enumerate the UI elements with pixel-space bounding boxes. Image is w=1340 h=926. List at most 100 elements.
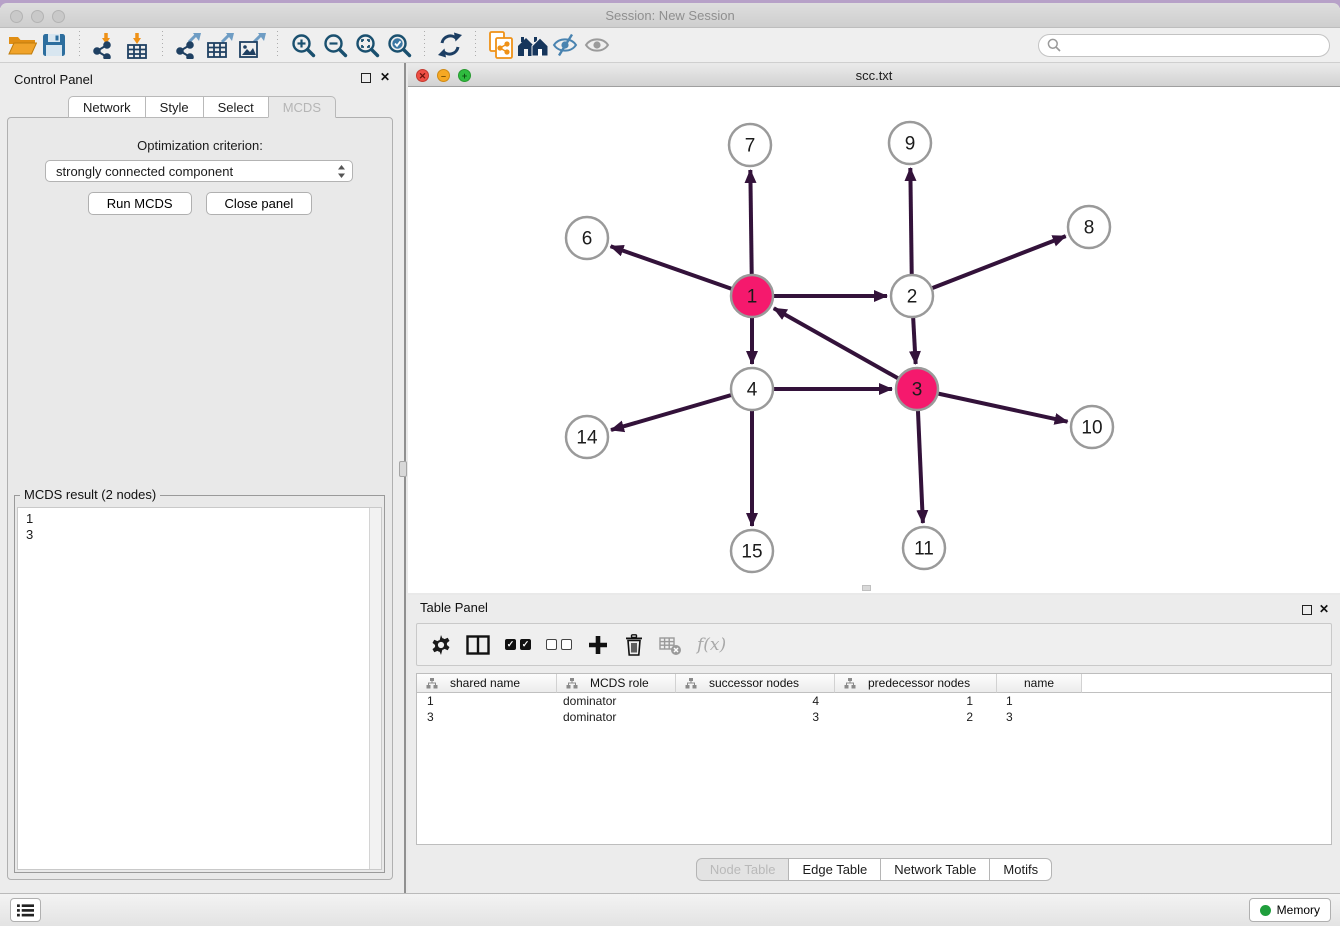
edge-2-8[interactable] — [912, 236, 1066, 296]
node-4[interactable]: 4 — [731, 368, 773, 410]
node-11[interactable]: 11 — [903, 527, 945, 569]
optimization-criterion-label: Optimization criterion: — [8, 138, 392, 153]
open-session-button[interactable] — [6, 29, 38, 61]
export-image-button[interactable] — [236, 29, 268, 61]
export-table-button[interactable] — [204, 29, 236, 61]
table-settings-button[interactable] — [431, 630, 451, 660]
tab-network-table[interactable]: Network Table — [880, 858, 990, 881]
table-cell[interactable]: 1 — [417, 693, 557, 709]
node-2[interactable]: 2 — [891, 275, 933, 317]
close-table-panel-icon[interactable]: ✕ — [1319, 602, 1329, 616]
node-15[interactable]: 15 — [731, 530, 773, 572]
table-header-row: shared name MCDS rolesuccessor nodesprede… — [417, 674, 1331, 693]
float-table-panel-icon[interactable] — [1302, 605, 1312, 615]
tab-edge-table[interactable]: Edge Table — [788, 858, 881, 881]
hierarchy-icon — [566, 678, 578, 689]
export-network-button[interactable] — [172, 29, 204, 61]
zoom-in-button[interactable] — [287, 29, 319, 61]
node-8[interactable]: 8 — [1068, 206, 1110, 248]
zoom-fit-content-button[interactable] — [351, 29, 383, 61]
column-label: name — [1024, 676, 1054, 690]
tab-network[interactable]: Network — [68, 96, 146, 118]
tab-mcds[interactable]: MCDS — [268, 96, 336, 118]
table-panel-title: Table Panel — [420, 600, 488, 615]
table-row[interactable]: 3dominator323 — [417, 709, 1331, 725]
node-14[interactable]: 14 — [566, 416, 608, 458]
criterion-dropdown[interactable]: strongly connected component — [45, 160, 353, 182]
clone-network-button[interactable] — [485, 29, 517, 61]
export-image-icon — [238, 32, 266, 59]
import-table-button[interactable] — [121, 29, 153, 61]
function-builder-button[interactable]: f(x) — [697, 630, 726, 660]
tab-motifs[interactable]: Motifs — [989, 858, 1052, 881]
network-canvas[interactable]: 7 9 6 8 1 2 4 3 14 10 15 11 — [408, 87, 1340, 593]
node-label: 7 — [745, 136, 756, 157]
table-cell[interactable]: 3 — [676, 709, 835, 725]
table-cell[interactable]: 1 — [835, 693, 997, 709]
delete-table-button[interactable] — [659, 630, 682, 660]
toolbar-separator — [162, 31, 163, 59]
table-row[interactable]: 1dominator411 — [417, 693, 1331, 709]
zoom-out-button[interactable] — [319, 29, 351, 61]
node-9[interactable]: 9 — [889, 122, 931, 164]
table-cell[interactable]: 3 — [417, 709, 557, 725]
tab-select[interactable]: Select — [203, 96, 269, 118]
deselect-all-rows-button[interactable] — [546, 630, 572, 660]
run-mcds-button[interactable]: Run MCDS — [88, 192, 192, 215]
node-1[interactable]: 1 — [731, 275, 773, 317]
column-header-name[interactable]: name — [997, 674, 1082, 693]
memory-label: Memory — [1277, 903, 1320, 917]
column-header-MCDS-role[interactable]: MCDS role — [557, 674, 676, 693]
node-7[interactable]: 7 — [729, 124, 771, 166]
search-input[interactable] — [1066, 37, 1321, 53]
show-all-button[interactable] — [581, 29, 613, 61]
column-label: shared name — [450, 676, 520, 690]
select-all-rows-button[interactable]: ✓✓ — [505, 630, 531, 660]
first-neighbors-button[interactable] — [517, 29, 549, 61]
table-cell[interactable]: dominator — [557, 693, 676, 709]
refresh-view-button[interactable] — [434, 29, 466, 61]
network-graph: 7 9 6 8 1 2 4 3 14 10 15 11 — [408, 87, 1340, 593]
tab-node-table[interactable]: Node Table — [696, 858, 790, 881]
columns-icon — [466, 635, 490, 655]
search-field[interactable] — [1038, 34, 1330, 57]
table-cell[interactable]: 3 — [997, 709, 1082, 725]
node-3[interactable]: 3 — [896, 368, 938, 410]
window-title: Session: New Session — [0, 3, 1340, 28]
tab-style[interactable]: Style — [145, 96, 204, 118]
import-network-button[interactable] — [89, 29, 121, 61]
close-panel-button[interactable]: Close panel — [206, 192, 313, 215]
table-cell[interactable]: 1 — [997, 693, 1082, 709]
column-header-shared-name[interactable]: shared name — [417, 674, 557, 693]
add-column-button[interactable] — [587, 630, 609, 660]
node-table: shared name MCDS rolesuccessor nodesprede… — [416, 673, 1332, 845]
edge-3-10[interactable] — [917, 389, 1068, 422]
network-title: scc.txt — [408, 64, 1340, 87]
table-cell[interactable]: 2 — [835, 709, 997, 725]
edge-3-1[interactable] — [774, 308, 917, 389]
show-columns-button[interactable] — [466, 630, 490, 660]
edge-1-6[interactable] — [611, 246, 752, 296]
table-body: 1dominator4113dominator323 — [417, 693, 1331, 725]
memory-button[interactable]: Memory — [1249, 898, 1331, 922]
zoom-selected-button[interactable] — [383, 29, 415, 61]
node-10[interactable]: 10 — [1071, 406, 1113, 448]
network-window-titlebar: ✕ – + scc.txt — [408, 64, 1340, 87]
delete-column-button[interactable] — [624, 630, 644, 660]
panel-splitter-handle[interactable] — [399, 461, 407, 477]
task-history-button[interactable] — [10, 898, 41, 922]
close-panel-icon[interactable]: ✕ — [380, 70, 390, 84]
hide-selected-button[interactable] — [549, 29, 581, 61]
canvas-scroll-grip[interactable] — [862, 585, 871, 591]
table-cell[interactable]: dominator — [557, 709, 676, 725]
result-scrollbar[interactable] — [369, 508, 381, 869]
zoom-in-icon — [291, 33, 316, 58]
table-cell[interactable]: 4 — [676, 693, 835, 709]
node-6[interactable]: 6 — [566, 217, 608, 259]
column-header-successor-nodes[interactable]: successor nodes — [676, 674, 835, 693]
save-session-button[interactable] — [38, 29, 70, 61]
node-label: 14 — [576, 428, 598, 449]
float-panel-icon[interactable] — [361, 73, 371, 83]
mcds-result-text[interactable]: 13 — [17, 507, 382, 870]
column-header-predecessor-nodes[interactable]: predecessor nodes — [835, 674, 997, 693]
